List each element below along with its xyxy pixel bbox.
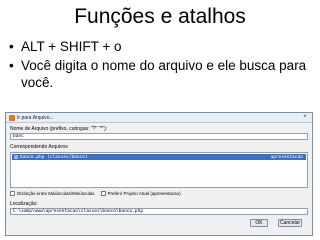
close-button[interactable]: × [300, 114, 310, 121]
checkbox-box[interactable] [10, 191, 15, 196]
location-label: Localização: [10, 201, 38, 207]
bullet-list: • ALT + SHIFT + o • Você digita o nome d… [9, 38, 314, 93]
bullet-dot-icon: • [9, 39, 14, 54]
list-item[interactable]: banco.php (classes/banco) apresentacao [12, 154, 306, 160]
match-project: apresentacao [270, 154, 303, 160]
dialog-titlebar[interactable]: Ir para Arquivo... [6, 113, 312, 123]
filename-input[interactable]: banc [10, 133, 308, 140]
match-file: banco.php (classes/banco) [20, 154, 88, 160]
bullet-dot-icon: • [9, 58, 14, 73]
options-row: Distinção entre Maiúsculas/Minúsculas Pr… [10, 191, 187, 196]
prefer-current-project-checkbox[interactable]: Preferir Projeto Atual (apresentacao) [100, 191, 181, 196]
filename-label: Nome de Arquivo (prefixo, curingas: "?" … [10, 126, 108, 132]
case-sensitive-checkbox[interactable]: Distinção entre Maiúsculas/Minúsculas [10, 191, 95, 196]
location-field: C:\xamp\www\apresentacao\classes\banco\b… [10, 208, 308, 215]
bullet-item: • ALT + SHIFT + o [9, 38, 314, 55]
checkbox-box[interactable] [100, 191, 106, 196]
bullet-text: ALT + SHIFT + o [21, 39, 122, 54]
cancel-button[interactable]: Cancelar [278, 219, 302, 227]
php-file-icon [14, 155, 18, 159]
checkbox-label: Distinção entre Maiúsculas/Minúsculas [17, 191, 95, 196]
bullet-text: Você digita o nome do arquivo e ele busc… [21, 58, 307, 90]
matches-label: Correspondendo Arquivos [10, 144, 68, 150]
bullet-item: • Você digita o nome do arquivo e ele bu… [9, 57, 314, 91]
slide-title: Funções e atalhos [74, 5, 246, 28]
checkbox-label: Preferir Projeto Atual (apresentacao) [107, 191, 181, 196]
matches-list[interactable]: banco.php (classes/banco) apresentacao [10, 152, 308, 188]
go-to-file-dialog: Ir para Arquivo... × Nome de Arquivo (pr… [5, 112, 313, 236]
dialog-title: Ir para Arquivo... [17, 114, 54, 121]
app-icon [9, 114, 15, 121]
ok-button[interactable]: OK [250, 219, 268, 227]
